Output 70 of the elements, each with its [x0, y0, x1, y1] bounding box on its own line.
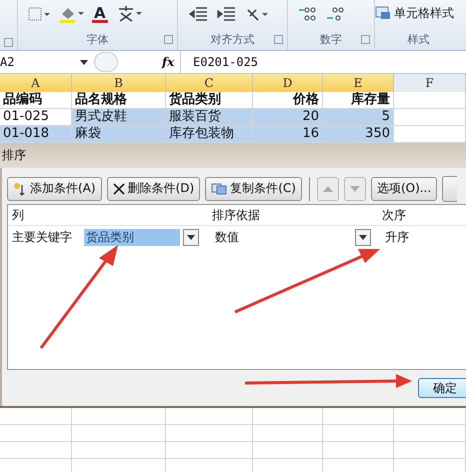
- name-box[interactable]: A2: [0, 55, 94, 69]
- table-cell: 20: [253, 109, 323, 126]
- borders-icon[interactable]: [28, 7, 50, 21]
- group-label: 样式: [408, 32, 430, 47]
- copy-icon: [211, 182, 228, 194]
- column-header[interactable]: A: [0, 74, 72, 92]
- column-header[interactable]: F: [394, 74, 466, 92]
- order-dropdown[interactable]: 升序: [383, 228, 409, 246]
- column-heading: 列: [12, 206, 24, 224]
- expand-handle[interactable]: [94, 52, 118, 72]
- table-cell: 16: [253, 126, 323, 143]
- group-label: 字体: [86, 32, 108, 47]
- table-cell: 男式皮鞋: [72, 109, 166, 126]
- table-cell: 品编码: [0, 92, 72, 109]
- toolbar-button[interactable]: [442, 176, 458, 202]
- decrease-indent-icon[interactable]: [188, 6, 208, 22]
- dialog-launcher-icon[interactable]: [361, 35, 370, 44]
- table-cell: [394, 425, 466, 442]
- dropdown-icon: [187, 234, 195, 240]
- add-button[interactable]: 添加条件(A): [7, 176, 102, 200]
- table-cell: 服装百货: [166, 109, 253, 126]
- sort-on-dropdown[interactable]: 数值: [213, 228, 371, 246]
- column-header[interactable]: E: [323, 74, 394, 92]
- table-cell: [253, 442, 323, 459]
- insert-function-button[interactable]: fx: [162, 55, 180, 69]
- cell-styles-icon: [375, 6, 391, 20]
- table-cell: 库存包装物: [166, 126, 253, 143]
- formula-field[interactable]: E0201-025: [180, 51, 466, 73]
- table-cell: [323, 425, 394, 442]
- table-cell: [323, 408, 394, 425]
- dialog-title: 排序: [2, 147, 26, 164]
- options-button[interactable]: 选项(O)...: [370, 176, 438, 200]
- column-heading: 次序: [382, 206, 406, 224]
- table-cell: 麻袋: [72, 126, 166, 143]
- delete-button[interactable]: 删除条件(D): [106, 176, 200, 200]
- table-cell: [0, 408, 72, 425]
- column-header[interactable]: B: [72, 74, 166, 92]
- increase-decimal-icon[interactable]: [298, 6, 318, 22]
- increase-indent-icon[interactable]: [216, 6, 236, 22]
- dialog-launcher-icon[interactable]: [164, 35, 173, 44]
- table-cell: [0, 442, 72, 459]
- dropdown-icon: [359, 234, 367, 240]
- fill-color-icon[interactable]: [58, 5, 84, 23]
- group-label: 数字: [320, 32, 342, 47]
- dialog-launcher-icon[interactable]: [4, 38, 13, 47]
- ok-button[interactable]: 确定: [418, 378, 466, 398]
- table-cell: [394, 442, 466, 459]
- table-cell: 5: [323, 109, 394, 126]
- table-cell: [394, 408, 466, 425]
- add-level-icon: [13, 182, 27, 196]
- level-label: 主要关键字: [12, 228, 73, 246]
- dropdown-icon: [80, 60, 88, 64]
- down-triangle-icon: [350, 186, 360, 192]
- group-label: 对齐方式: [210, 32, 254, 47]
- up-triangle-icon: [322, 186, 333, 192]
- close-icon: [112, 182, 125, 194]
- table-cell: 350: [323, 126, 394, 143]
- copy-button[interactable]: 复制条件(C): [205, 176, 302, 200]
- font-color-button[interactable]: A: [92, 6, 108, 22]
- dialog-launcher-icon[interactable]: [274, 35, 283, 44]
- table-cell: [253, 408, 323, 425]
- column-heading: 排序依据: [212, 206, 260, 224]
- column-header[interactable]: D: [253, 74, 323, 92]
- column-header[interactable]: C: [166, 74, 253, 92]
- table-cell: 01-018: [0, 126, 72, 143]
- cell-styles-button[interactable]: 单元格样式: [375, 4, 454, 22]
- table-cell: [0, 425, 72, 442]
- table-cell: [323, 442, 394, 459]
- table-cell: [253, 425, 323, 442]
- decrease-decimal-icon[interactable]: [326, 6, 346, 22]
